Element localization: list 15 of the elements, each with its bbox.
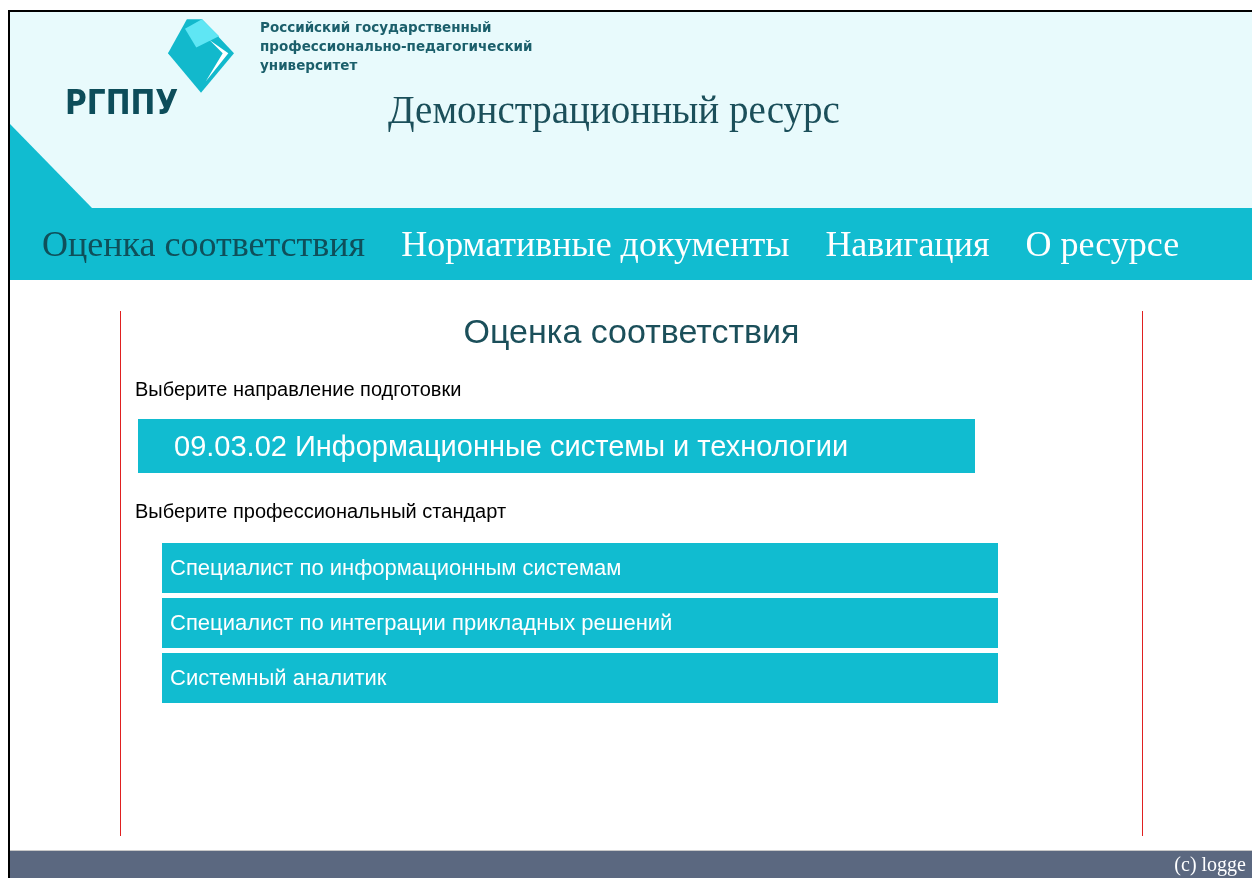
standard-button[interactable]: Специалист по информационным системам: [162, 543, 998, 593]
site-title: Демонстрационный ресурс: [388, 87, 840, 132]
standard-button[interactable]: Системный аналитик: [162, 653, 998, 703]
nav-tab[interactable]: Навигация: [825, 223, 990, 265]
standard-button[interactable]: Специалист по интеграции прикладных решений: [162, 598, 998, 648]
page-heading: Оценка соответствия: [462, 311, 801, 351]
direction-button[interactable]: 09.03.02 Информационные системы и технологии: [138, 419, 975, 473]
nav-tab[interactable]: О ресурсе: [1025, 223, 1180, 265]
copyright-text: (c) logge: [1174, 853, 1246, 876]
logo-abbreviation: РГППУ: [65, 86, 179, 119]
nav-tab[interactable]: Оценка соответствия: [42, 223, 366, 265]
nav-tab[interactable]: Нормативные документы: [401, 223, 790, 265]
direction-label: Выберите направление подготовки: [135, 377, 463, 401]
standard-label: Выберите профессиональный стандарт: [135, 499, 508, 523]
university-name: Российский государственный профессионально-педагогический университет: [260, 18, 534, 75]
